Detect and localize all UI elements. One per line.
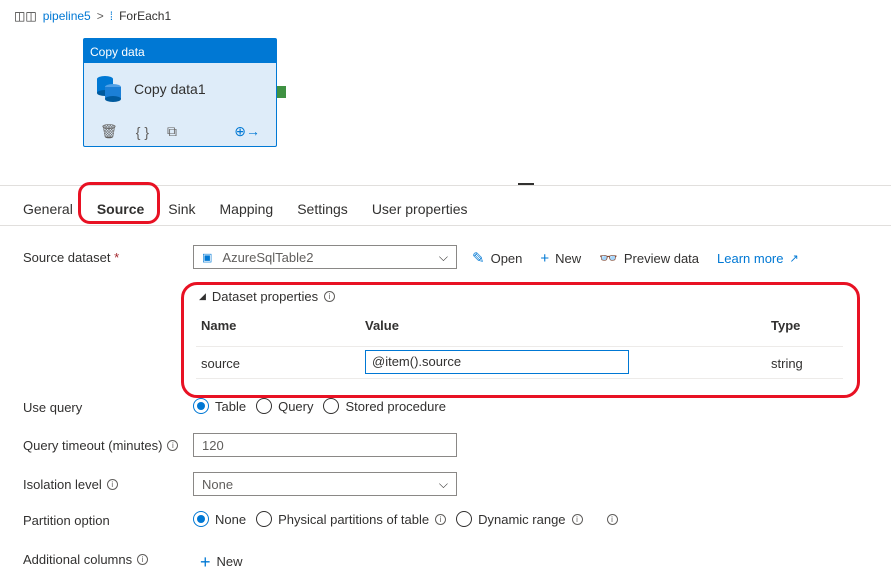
info-icon: i bbox=[571, 513, 583, 525]
chevron-down-icon: ⌵ bbox=[438, 249, 448, 264]
copy-data-activity-card[interactable]: Copy data Copy data1 🗑 { } ⧉ ⊕→ bbox=[83, 38, 277, 147]
radio-dynamic-range-dot bbox=[456, 511, 473, 527]
isolation-level-label: Isolation level i bbox=[23, 477, 118, 492]
code-icon[interactable]: { } bbox=[136, 124, 149, 140]
query-timeout-label: Query timeout (minutes) i bbox=[23, 438, 179, 453]
dataset-properties-highlight bbox=[181, 282, 860, 398]
tab-mapping[interactable]: Mapping bbox=[220, 197, 274, 217]
external-link-icon: ↗ bbox=[789, 252, 799, 265]
source-dataset-value: AzureSqlTable2 bbox=[222, 249, 314, 265]
radio-dynamic-range-label: Dynamic range bbox=[478, 511, 566, 527]
add-column-label: New bbox=[216, 554, 243, 569]
sql-table-icon: ▣ bbox=[202, 251, 213, 264]
radio-physical-partitions-label: Physical partitions of table bbox=[278, 511, 430, 527]
breadcrumb-pipeline-link[interactable]: pipeline5 bbox=[43, 9, 91, 23]
radio-partition-none-label: None bbox=[215, 511, 247, 527]
activity-name: Copy data1 bbox=[134, 81, 206, 97]
preview-label: Preview data bbox=[623, 250, 700, 266]
database-icon bbox=[97, 76, 121, 102]
dataset-actions: ✎ Open + New 👓 Preview data Learn more ↗ bbox=[472, 249, 799, 268]
use-query-label: Use query bbox=[23, 400, 83, 415]
tab-general[interactable]: General bbox=[23, 197, 73, 217]
open-label: Open bbox=[490, 250, 523, 266]
tabs-divider bbox=[0, 225, 891, 226]
breadcrumb: ◫◫ pipeline5 > ⁞ ForEach1 bbox=[14, 9, 171, 23]
required-mark: * bbox=[114, 250, 120, 265]
learn-more-link[interactable]: Learn more ↗ bbox=[717, 251, 799, 266]
plus-icon: + bbox=[540, 249, 550, 267]
info-icon: i bbox=[606, 513, 618, 525]
partition-option-label: Partition option bbox=[23, 513, 110, 528]
source-dataset-label-text: Source dataset bbox=[23, 250, 111, 265]
source-tab-highlight bbox=[78, 182, 160, 224]
chevron-down-icon: ⌵ bbox=[438, 476, 448, 491]
radio-partition-none-dot bbox=[193, 511, 209, 527]
info-icon: i bbox=[435, 513, 447, 525]
pipeline-icon: ◫◫ bbox=[14, 9, 37, 23]
radio-partition-none[interactable]: None bbox=[193, 511, 246, 527]
isolation-level-label-text: Isolation level bbox=[23, 477, 102, 492]
radio-table[interactable]: Table bbox=[193, 398, 246, 414]
radio-stored-procedure[interactable]: Stored procedure bbox=[323, 398, 446, 414]
query-timeout-input[interactable]: 120 bbox=[193, 433, 457, 457]
new-dataset-button[interactable]: + New bbox=[540, 250, 581, 267]
open-button[interactable]: ✎ Open bbox=[472, 249, 522, 267]
radio-physical-partitions[interactable]: Physical partitions of table i bbox=[256, 511, 447, 527]
partition-option-radio-group: None Physical partitions of table i Dynam… bbox=[193, 511, 618, 527]
activity-header: Copy data bbox=[84, 39, 276, 63]
tab-user-properties[interactable]: User properties bbox=[372, 197, 468, 217]
glasses-icon: 👓 bbox=[599, 250, 618, 267]
radio-query-label: Query bbox=[278, 398, 314, 414]
query-timeout-label-text: Query timeout (minutes) bbox=[23, 438, 163, 453]
learn-more-label: Learn more bbox=[717, 250, 784, 266]
additional-columns-label: Additional columns i bbox=[23, 552, 149, 567]
radio-dynamic-range[interactable]: Dynamic range i bbox=[456, 511, 583, 527]
radio-stored-procedure-dot bbox=[323, 398, 340, 414]
radio-physical-partitions-dot bbox=[256, 511, 273, 527]
tab-sink[interactable]: Sink bbox=[168, 197, 195, 217]
info-icon: i bbox=[137, 554, 149, 565]
radio-query-dot bbox=[256, 398, 273, 414]
foreach-icon: ⁞ bbox=[109, 9, 114, 23]
new-label: New bbox=[555, 250, 582, 266]
info-icon: i bbox=[167, 440, 179, 451]
plus-icon: + bbox=[200, 551, 211, 572]
use-query-radio-group: Table Query Stored procedure bbox=[193, 398, 446, 414]
add-column-button[interactable]: + New bbox=[200, 551, 243, 572]
add-output-icon[interactable]: ⊕→ bbox=[234, 123, 260, 140]
radio-table-label: Table bbox=[215, 398, 247, 414]
activity-output-connector[interactable] bbox=[277, 86, 286, 98]
radio-query[interactable]: Query bbox=[256, 398, 313, 414]
delete-icon[interactable]: 🗑 bbox=[100, 123, 118, 140]
isolation-level-select[interactable]: None ⌵ bbox=[193, 472, 457, 496]
radio-stored-procedure-label: Stored procedure bbox=[345, 398, 446, 414]
edit-icon: ✎ bbox=[472, 250, 485, 267]
additional-columns-label-text: Additional columns bbox=[23, 552, 133, 567]
source-dataset-label: Source dataset * bbox=[23, 250, 119, 265]
breadcrumb-separator: > bbox=[96, 9, 104, 23]
copy-icon[interactable]: ⧉ bbox=[167, 123, 177, 140]
breadcrumb-foreach[interactable]: ForEach1 bbox=[119, 9, 171, 23]
radio-table-dot bbox=[193, 398, 209, 414]
preview-data-button[interactable]: 👓 Preview data bbox=[599, 249, 699, 267]
source-dataset-select[interactable]: ▣ AzureSqlTable2 ⌵ bbox=[193, 245, 457, 269]
info-icon: i bbox=[106, 479, 118, 490]
tab-settings[interactable]: Settings bbox=[297, 197, 348, 217]
isolation-level-value: None bbox=[202, 476, 234, 492]
